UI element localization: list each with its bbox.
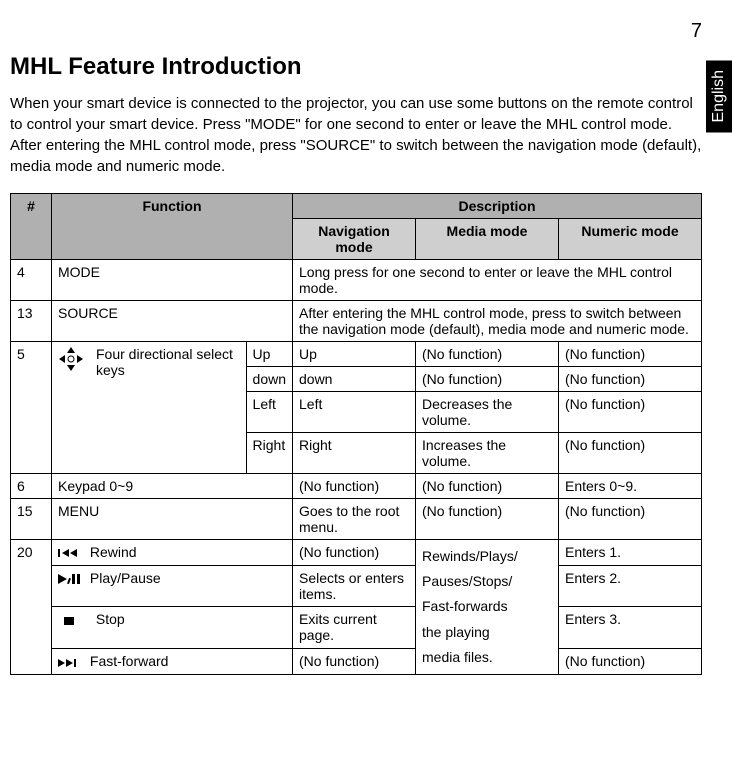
table-row: 13 SOURCE After entering the MHL control…	[11, 301, 702, 342]
header-number: #	[11, 194, 52, 260]
header-description: Description	[293, 194, 702, 219]
stop-icon	[58, 611, 92, 627]
table-row: Stop Exits current page. Enters 3.	[11, 607, 702, 649]
cell-number: 6	[11, 474, 52, 499]
cell-number: 20	[11, 540, 52, 675]
cell-function-label: Play/Pause	[90, 570, 161, 586]
dpad-icon	[58, 346, 84, 372]
cell-numeric: (No function)	[559, 649, 702, 675]
cell-function-label: Four directional select keys	[96, 346, 240, 378]
table-row: 5 Four directional select keys	[11, 342, 702, 367]
cell-number: 5	[11, 342, 52, 474]
cell-function: MODE	[52, 260, 293, 301]
table-row: Fast-forward (No function) (No function)	[11, 649, 702, 675]
page-number: 7	[10, 20, 702, 43]
cell-function-label: Fast-forward	[90, 653, 169, 669]
cell-numeric: (No function)	[559, 392, 702, 433]
fast-forward-icon	[58, 653, 86, 669]
cell-media: Decreases the volume.	[416, 392, 559, 433]
cell-function: SOURCE	[52, 301, 293, 342]
cell-media: (No function)	[416, 342, 559, 367]
cell-numeric: (No function)	[559, 342, 702, 367]
cell-nav: Exits current page.	[293, 607, 416, 649]
rewind-icon	[58, 544, 86, 560]
cell-function-label: Stop	[96, 611, 125, 627]
cell-function: Fast-forward	[52, 649, 293, 675]
cell-function-icon: Four directional select keys	[52, 342, 247, 474]
cell-function: Rewind	[52, 540, 293, 566]
cell-numeric: Enters 2.	[559, 565, 702, 607]
cell-subfunction: down	[246, 367, 292, 392]
intro-paragraph: When your smart device is connected to t…	[10, 93, 702, 177]
cell-description: Long press for one second to enter or le…	[293, 260, 702, 301]
cell-numeric: (No function)	[559, 433, 702, 474]
cell-function-label: Rewind	[90, 544, 137, 560]
language-tab: English	[706, 60, 732, 132]
cell-function: Stop	[52, 607, 293, 649]
cell-function: Keypad 0~9	[52, 474, 293, 499]
play-pause-icon	[58, 570, 86, 586]
cell-numeric: (No function)	[559, 367, 702, 392]
cell-nav: Left	[293, 392, 416, 433]
cell-numeric: Enters 0~9.	[559, 474, 702, 499]
cell-nav: Up	[293, 342, 416, 367]
cell-nav: down	[293, 367, 416, 392]
cell-nav: Selects or enters items.	[293, 565, 416, 607]
table-row: 15 MENU Goes to the root menu. (No funct…	[11, 499, 702, 540]
table-row: 20 Rewind (No function) Rewinds/Plays/ P…	[11, 540, 702, 566]
cell-numeric: Enters 1.	[559, 540, 702, 566]
subheader-numeric: Numeric mode	[559, 219, 702, 260]
cell-number: 4	[11, 260, 52, 301]
table-row: Play/Pause Selects or enters items. Ente…	[11, 565, 702, 607]
cell-subfunction: Left	[246, 392, 292, 433]
subheader-navigation: Navigation mode	[293, 219, 416, 260]
cell-nav: Right	[293, 433, 416, 474]
cell-number: 13	[11, 301, 52, 342]
cell-media: (No function)	[416, 499, 559, 540]
cell-number: 15	[11, 499, 52, 540]
cell-media: (No function)	[416, 367, 559, 392]
cell-nav: (No function)	[293, 540, 416, 566]
cell-nav: (No function)	[293, 474, 416, 499]
cell-numeric: Enters 3.	[559, 607, 702, 649]
cell-media: Increases the volume.	[416, 433, 559, 474]
table-row: 6 Keypad 0~9 (No function) (No function)…	[11, 474, 702, 499]
cell-description: After entering the MHL control mode, pre…	[293, 301, 702, 342]
cell-media: Rewinds/Plays/ Pauses/Stops/ Fast-forwar…	[416, 540, 559, 675]
cell-nav: Goes to the root menu.	[293, 499, 416, 540]
cell-subfunction: Up	[246, 342, 292, 367]
cell-subfunction: Right	[246, 433, 292, 474]
cell-numeric: (No function)	[559, 499, 702, 540]
header-function: Function	[52, 194, 293, 260]
subheader-media: Media mode	[416, 219, 559, 260]
cell-function: MENU	[52, 499, 293, 540]
table-row: 4 MODE Long press for one second to ente…	[11, 260, 702, 301]
page-title: MHL Feature Introduction	[10, 53, 702, 81]
feature-table: # Function Description Navigation mode M…	[10, 193, 702, 675]
cell-media: (No function)	[416, 474, 559, 499]
cell-function: Play/Pause	[52, 565, 293, 607]
cell-nav: (No function)	[293, 649, 416, 675]
